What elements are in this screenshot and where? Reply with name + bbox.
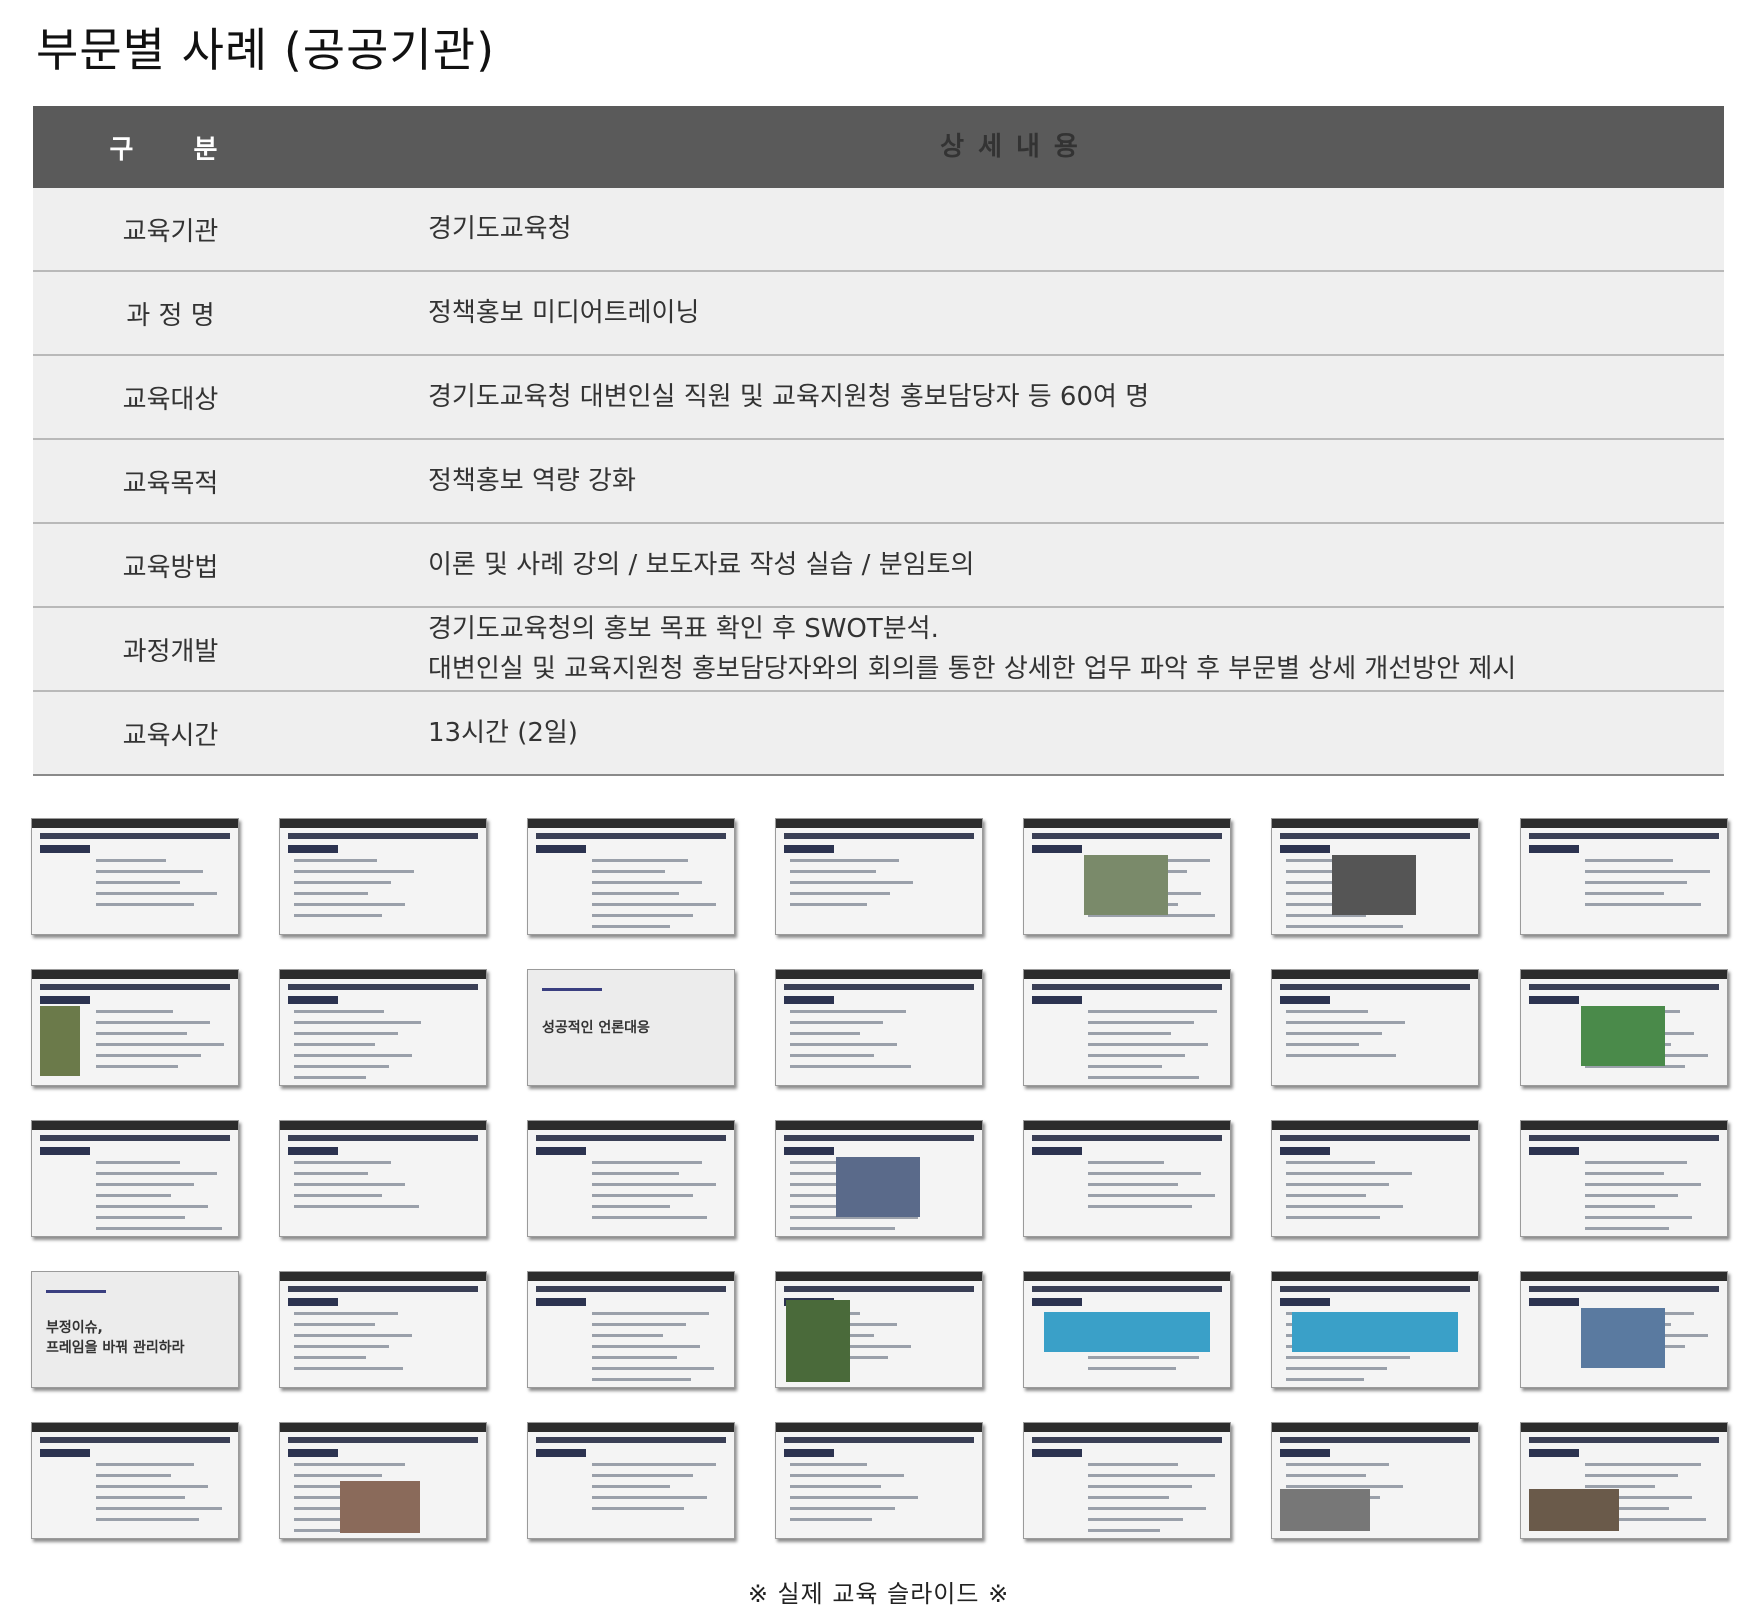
slide-image: [1084, 855, 1168, 915]
slide-thumbnail: [279, 818, 487, 935]
table-row: 교육기관 경기도교육청: [33, 188, 1724, 272]
slide-title: 부정이슈, 프레임을 바꿔 관리하라: [46, 1320, 185, 1356]
row-value: 13시간 (2일): [308, 692, 1724, 774]
slide-thumbnail: 성공적인 언론대응: [527, 969, 735, 1086]
table-row: 과 정 명 정책홍보 미디어트레이닝: [33, 272, 1724, 356]
slide-thumbnail: [527, 1422, 735, 1539]
slide-thumbnail: [1520, 1120, 1728, 1237]
slide-image: [40, 1006, 80, 1076]
slide-image: [1581, 1006, 1665, 1066]
slide-thumbnail: [1520, 818, 1728, 935]
slide-thumbnail: [1271, 1271, 1479, 1388]
row-label: 과정개발: [122, 636, 219, 667]
slide-thumbnail: [527, 818, 735, 935]
row-value: 정책홍보 미디어트레이닝: [308, 272, 1724, 354]
header-category: 구 분: [109, 134, 232, 165]
slide-thumbnail: [775, 1120, 983, 1237]
table-row: 교육시간 13시간 (2일): [33, 692, 1724, 776]
row-value-line: 이론 및 사례 강의 / 보도자료 작성 실습 / 분임토의: [428, 550, 975, 580]
slide-thumbnail: [279, 1271, 487, 1388]
row-label: 교육목적: [122, 468, 219, 499]
table-row: 과정개발 경기도교육청의 홍보 목표 확인 후 SWOT분석. 대변인실 및 교육지…: [33, 608, 1724, 692]
slide-thumbnail: [775, 818, 983, 935]
table-row: 교육대상 경기도교육청 대변인실 직원 및 교육지원청 홍보담당자 등 60여 명: [33, 356, 1724, 440]
row-value: 이론 및 사례 강의 / 보도자료 작성 실습 / 분임토의: [308, 524, 1724, 606]
slide-thumbnail: [31, 1422, 239, 1539]
slide-thumbnail: [1520, 1271, 1728, 1388]
row-value: 경기도교육청 대변인실 직원 및 교육지원청 홍보담당자 등 60여 명: [308, 356, 1724, 438]
slide-thumbnail: [1023, 969, 1231, 1086]
row-value-line: 대변인실 및 교육지원청 홍보담당자와의 회의를 통한 상세한 업무 파악 후 …: [428, 654, 1517, 684]
info-table: 구 분 상세내용 교육기관 경기도교육청과 정 명 정책홍보 미디어트레이닝교육대상…: [33, 106, 1724, 776]
slide-thumbnail: [1023, 818, 1231, 935]
page-title: 부문별 사례 (공공기관): [36, 23, 496, 77]
slide-thumbnail: [279, 969, 487, 1086]
slide-thumbnail: [1520, 969, 1728, 1086]
slide-thumbnail: [279, 1422, 487, 1539]
slide-image: [786, 1300, 850, 1382]
row-label: 과 정 명: [126, 300, 215, 331]
slide-title: 성공적인 언론대응: [542, 1020, 650, 1036]
slide-thumbnail: [1023, 1422, 1231, 1539]
caption: ※ 실제 교육 슬라이드 ※: [747, 1580, 1010, 1608]
slide-thumbnail: [1023, 1120, 1231, 1237]
slide-thumbnail: [527, 1271, 735, 1388]
row-value-line: 경기도교육청: [428, 214, 572, 244]
slide-thumbnail: [1520, 1422, 1728, 1539]
row-label: 교육기관: [122, 216, 219, 247]
slide-thumbnail: [279, 1120, 487, 1237]
slide-image: [1292, 1312, 1458, 1352]
slide-thumbnail: [31, 818, 239, 935]
slide-image: [1332, 855, 1416, 915]
row-value: 경기도교육청: [308, 188, 1724, 270]
slide-image: [340, 1481, 420, 1533]
slide-thumbnail: [1271, 818, 1479, 935]
table-header: 구 분 상세내용: [33, 106, 1724, 188]
slide-thumbnail: [31, 1120, 239, 1237]
table-row: 교육목적 정책홍보 역량 강화: [33, 440, 1724, 524]
row-value-line: 정책홍보 역량 강화: [428, 466, 636, 496]
row-value-line: 13시간 (2일): [428, 718, 578, 748]
row-value-line: 경기도교육청 대변인실 직원 및 교육지원청 홍보담당자 등 60여 명: [428, 382, 1150, 412]
slide-image: [1044, 1312, 1210, 1352]
row-value: 정책홍보 역량 강화: [308, 440, 1724, 522]
row-label: 교육시간: [122, 720, 219, 751]
slide-thumbnail: [31, 969, 239, 1086]
row-value-line: 경기도교육청의 홍보 목표 확인 후 SWOT분석.: [428, 614, 939, 644]
slide-image: [1280, 1489, 1370, 1531]
row-value-line: 정책홍보 미디어트레이닝: [428, 298, 700, 328]
slide-image: [836, 1157, 920, 1217]
row-label: 교육방법: [122, 552, 219, 583]
table-row: 교육방법 이론 및 사례 강의 / 보도자료 작성 실습 / 분임토의: [33, 524, 1724, 608]
slide-thumbnail: 부정이슈, 프레임을 바꿔 관리하라: [31, 1271, 239, 1388]
slide-thumbnail: [1023, 1271, 1231, 1388]
slide-thumbnail: [775, 1422, 983, 1539]
slide-thumbnail: [527, 1120, 735, 1237]
slide-thumbnail: [775, 969, 983, 1086]
row-label: 교육대상: [122, 384, 219, 415]
slide-image: [1581, 1308, 1665, 1368]
row-value: 경기도교육청의 홍보 목표 확인 후 SWOT분석. 대변인실 및 교육지원청 홍…: [308, 608, 1724, 690]
slide-thumbnail: [1271, 969, 1479, 1086]
header-details: 상세내용: [940, 132, 1092, 162]
slide-thumbnail: [775, 1271, 983, 1388]
slide-thumbnail: [1271, 1422, 1479, 1539]
slide-thumbnail: [1271, 1120, 1479, 1237]
slide-image: [1529, 1489, 1619, 1531]
